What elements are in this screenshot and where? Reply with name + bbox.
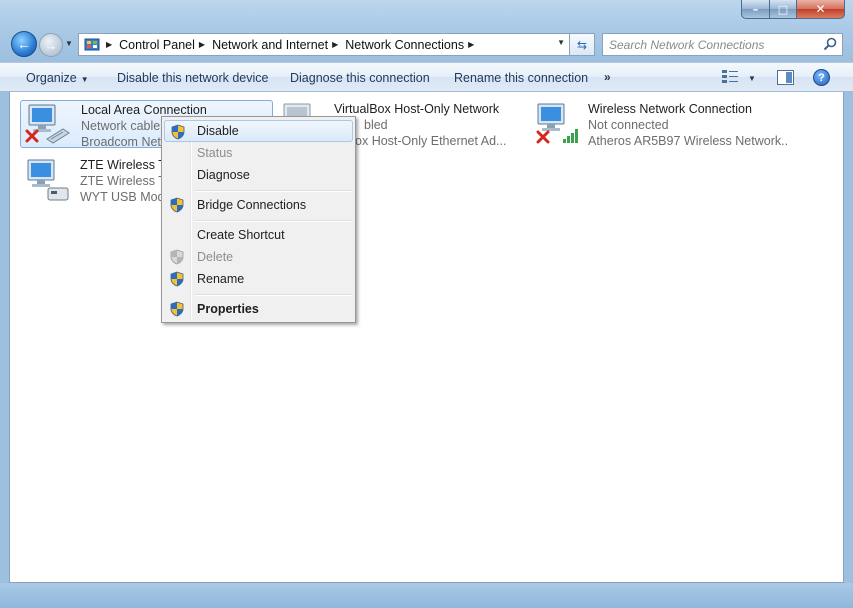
uac-shield-icon bbox=[170, 249, 184, 265]
window-bottom-frame bbox=[0, 583, 853, 608]
search-input[interactable] bbox=[603, 34, 813, 55]
refresh-icon: ⇆ bbox=[576, 37, 588, 52]
menu-item-rename[interactable]: Rename bbox=[164, 268, 353, 290]
disable-device-button[interactable]: Disable this network device bbox=[117, 71, 268, 85]
chevron-right-icon[interactable]: ▶ bbox=[106, 40, 112, 49]
connection-device: ualBox Host-Only Ethernet Ad... bbox=[334, 134, 507, 148]
menu-item-disable[interactable]: Disable bbox=[164, 120, 353, 142]
menu-item-label: Status bbox=[197, 146, 233, 160]
menu-item-label: Diagnose bbox=[197, 168, 250, 182]
recent-pages-dropdown[interactable]: ▼ bbox=[65, 39, 73, 48]
disconnected-x-icon bbox=[25, 129, 39, 143]
command-bar: Organize ▼ Disable this network device Di… bbox=[0, 62, 853, 92]
chevron-right-icon[interactable]: ▶ bbox=[332, 40, 338, 49]
connection-device: Atheros AR5B97 Wireless Network... bbox=[588, 134, 788, 148]
chevron-down-icon: ▼ bbox=[80, 75, 89, 84]
address-bar[interactable]: ▶ Control Panel ▶ Network and Internet ▶… bbox=[78, 33, 570, 56]
chevron-right-icon[interactable]: ▶ bbox=[468, 40, 474, 49]
window-caption-buttons: – □ ✕ bbox=[741, 0, 845, 19]
connections-list: Local Area Connection Network cable u Br… bbox=[9, 92, 844, 583]
back-arrow-icon: ← bbox=[17, 36, 31, 52]
connection-status: bled bbox=[364, 118, 388, 132]
search-box[interactable] bbox=[602, 33, 843, 56]
uac-shield-icon bbox=[170, 197, 184, 213]
connection-name: VirtualBox Host-Only Network bbox=[334, 102, 500, 116]
menu-separator bbox=[194, 190, 353, 192]
help-button[interactable]: ? bbox=[813, 69, 830, 86]
minimize-button[interactable]: – bbox=[741, 0, 770, 19]
menu-item-create-shortcut[interactable]: Create Shortcut bbox=[164, 224, 353, 246]
connection-status: Not connected bbox=[588, 118, 669, 132]
menu-item-status[interactable]: Status bbox=[164, 142, 353, 164]
change-view-icon[interactable] bbox=[722, 70, 740, 84]
uac-shield-icon bbox=[171, 124, 185, 140]
close-button[interactable]: ✕ bbox=[797, 0, 845, 19]
menu-item-label: Bridge Connections bbox=[197, 198, 307, 212]
organize-button[interactable]: Organize ▼ bbox=[26, 71, 89, 85]
breadcrumb-network-connections[interactable]: Network Connections bbox=[345, 38, 464, 52]
connection-text: Wireless Network Connection Not connecte… bbox=[588, 101, 788, 149]
connection-name: Wireless Network Connection bbox=[588, 102, 752, 116]
breadcrumb-control-panel[interactable]: Control Panel bbox=[119, 38, 195, 52]
menu-item-diagnose[interactable]: Diagnose bbox=[164, 164, 353, 186]
back-button[interactable]: ← bbox=[11, 31, 37, 57]
address-row: ← → ▼ ▶ Control Panel ▶ Network and Inte… bbox=[0, 31, 853, 59]
menu-item-bridge-connections[interactable]: Bridge Connections bbox=[164, 194, 353, 216]
control-panel-icon bbox=[82, 36, 102, 54]
chevron-right-icon[interactable]: ▶ bbox=[199, 40, 205, 49]
search-icon[interactable] bbox=[823, 37, 837, 51]
modem-network-icon bbox=[27, 159, 69, 201]
explorer-window: – □ ✕ ← → ▼ ▶ Control Panel ▶ Network an… bbox=[0, 0, 853, 608]
context-menu: Disable Status Diagnose Bridge Connectio… bbox=[161, 116, 356, 323]
disconnected-x-icon bbox=[536, 130, 550, 144]
menu-item-label: Rename bbox=[197, 272, 245, 286]
menu-item-label: Properties bbox=[197, 302, 259, 316]
more-commands-button[interactable]: » bbox=[604, 70, 611, 84]
rename-connection-button[interactable]: Rename this connection bbox=[454, 71, 588, 85]
connection-item-zte[interactable]: ZTE Wireless Te ZTE Wireless Te WYT USB … bbox=[20, 156, 180, 204]
maximize-button[interactable]: □ bbox=[770, 0, 797, 19]
menu-separator bbox=[194, 220, 353, 222]
menu-item-properties[interactable]: Properties bbox=[164, 298, 353, 320]
connection-text: VirtualBox Host-Only Network bled ualBox… bbox=[334, 101, 524, 149]
organize-label: Organize bbox=[26, 71, 77, 85]
menu-item-label: Disable bbox=[197, 124, 239, 138]
breadcrumb-network-and-internet[interactable]: Network and Internet bbox=[212, 38, 328, 52]
view-options-dropdown[interactable]: ▼ bbox=[748, 74, 756, 83]
refresh-button[interactable]: ⇆ bbox=[570, 33, 595, 56]
connection-item-wireless[interactable]: Wireless Network Connection Not connecte… bbox=[530, 100, 790, 148]
menu-item-label: Create Shortcut bbox=[197, 228, 285, 242]
preview-pane-button[interactable] bbox=[777, 70, 794, 85]
menu-separator bbox=[194, 294, 353, 296]
uac-shield-icon bbox=[170, 301, 184, 317]
menu-item-label: Delete bbox=[197, 250, 234, 264]
uac-shield-icon bbox=[170, 271, 184, 287]
diagnose-connection-button[interactable]: Diagnose this connection bbox=[290, 71, 430, 85]
forward-arrow-icon: → bbox=[44, 37, 58, 53]
forward-button[interactable]: → bbox=[39, 33, 63, 57]
menu-item-delete[interactable]: Delete bbox=[164, 246, 353, 268]
address-dropdown-icon[interactable]: ▼ bbox=[557, 38, 565, 47]
